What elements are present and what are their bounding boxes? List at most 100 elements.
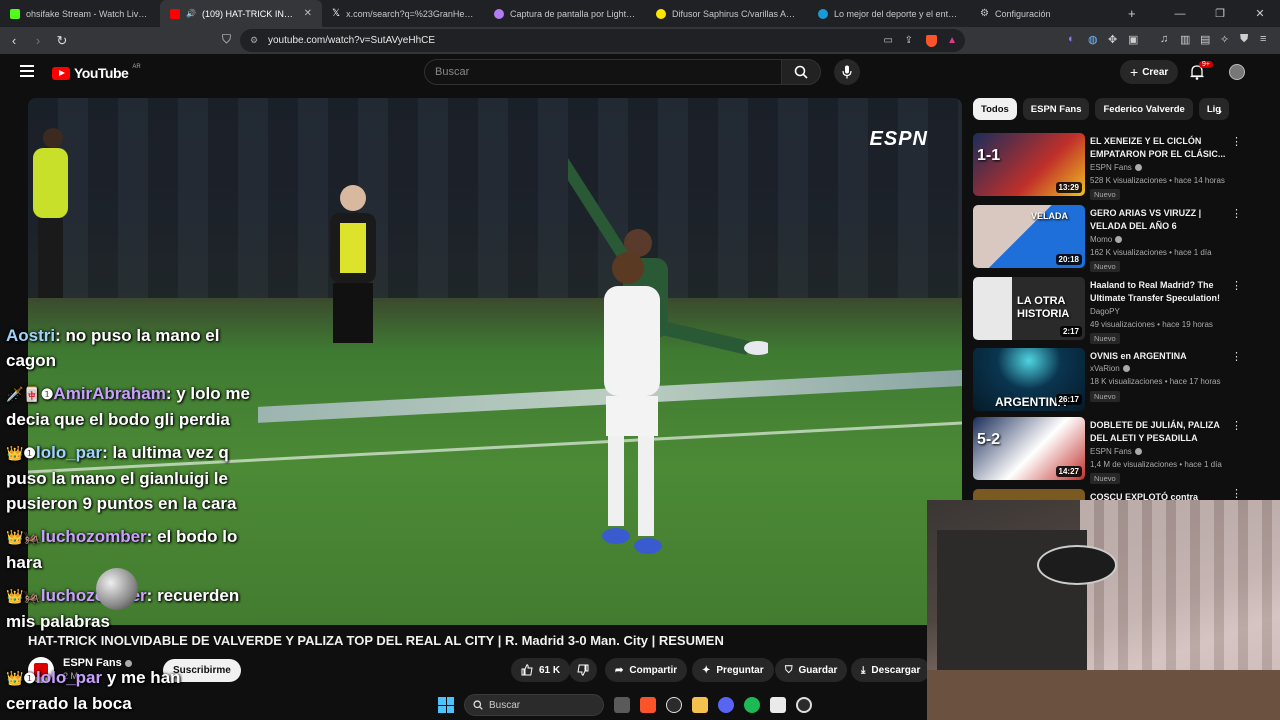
more-options-icon[interactable]: ⋮ bbox=[1231, 279, 1242, 292]
tab-saphirus[interactable]: Difusor Saphirus C/varillas Aroma Cit bbox=[646, 0, 808, 27]
download-button[interactable]: ⤓ Descargar bbox=[851, 658, 931, 682]
new-badge: Nuevo bbox=[1090, 473, 1120, 484]
recommended-video[interactable]: VELADA 20:18 GERO ARIAS VS VIRUZZ | VELA… bbox=[973, 205, 1253, 272]
search-icon bbox=[473, 700, 483, 710]
plus-icon: + bbox=[1130, 64, 1139, 80]
duration-badge: 26:17 bbox=[1055, 394, 1082, 405]
recommended-title: GERO ARIAS VS VIRUZZ | VELADA DEL AÑO 6 bbox=[1090, 208, 1202, 231]
chip-espn-fans[interactable]: ESPN Fans bbox=[1022, 98, 1090, 120]
recommended-video[interactable]: COSCU EXPLOTÓ contra ⋮ bbox=[973, 489, 1253, 500]
extension-leo-icon[interactable]: ◐ bbox=[1068, 33, 1075, 45]
chat-badges: 👑🦗 bbox=[6, 588, 41, 604]
close-tab-icon[interactable]: ✕ bbox=[304, 8, 312, 19]
recommended-channel: Momo bbox=[1090, 235, 1123, 244]
site-info-icon[interactable]: ⚙ bbox=[250, 35, 258, 46]
filter-chips: Todos ESPN Fans Federico Valverde Lig bbox=[973, 98, 1238, 120]
recommended-video[interactable]: 1-1 13:29 EL XENEIZE Y EL CICLÓN EMPATAR… bbox=[973, 133, 1253, 200]
tab-x[interactable]: 𝕏 x.com/search?q=%23GranHermano bbox=[322, 0, 484, 27]
browser-tabbar: ohsifake Stream - Watch Live on Kick 🔊 (… bbox=[0, 0, 1280, 27]
brave-rewards-icon[interactable]: ▲ bbox=[947, 35, 957, 46]
new-badge: Nuevo bbox=[1090, 189, 1120, 200]
tab-kick[interactable]: ohsifake Stream - Watch Live on Kick bbox=[0, 0, 160, 27]
voice-search-button[interactable] bbox=[834, 59, 860, 85]
video-thumbnail[interactable]: VELADA 20:18 bbox=[973, 205, 1085, 268]
hamburger-menu-icon[interactable] bbox=[20, 65, 34, 80]
chip-federico-valverde[interactable]: Federico Valverde bbox=[1095, 98, 1193, 120]
chat-username: Aostri bbox=[6, 326, 56, 345]
soccer-ball-icon bbox=[96, 568, 138, 610]
maximize-icon[interactable]: ❐ bbox=[1200, 7, 1240, 20]
account-avatar[interactable] bbox=[1229, 64, 1245, 80]
chat-badges: 👑❶ bbox=[6, 670, 36, 686]
extension-vpn-icon[interactable]: ◍ bbox=[1088, 33, 1098, 46]
extension-puzzle-icon[interactable]: ✥ bbox=[1108, 33, 1117, 46]
tab-settings[interactable]: ⚙ Configuración bbox=[970, 0, 1120, 27]
task-view-icon[interactable] bbox=[614, 697, 630, 713]
back-icon[interactable]: ‹ bbox=[4, 33, 24, 48]
github-icon[interactable] bbox=[666, 697, 682, 713]
tab-disney[interactable]: Lo mejor del deporte y el entretenim bbox=[808, 0, 970, 27]
file-explorer-icon[interactable] bbox=[692, 697, 708, 713]
share-button[interactable]: ➦ Compartir bbox=[605, 658, 688, 682]
forward-icon[interactable]: › bbox=[28, 33, 48, 48]
video-thumbnail[interactable]: 1-1 13:29 bbox=[973, 133, 1085, 196]
video-thumbnail[interactable]: LA OTRA HISTORIA 2:17 bbox=[973, 277, 1085, 340]
brave-icon[interactable] bbox=[640, 697, 656, 713]
create-button[interactable]: + Crear bbox=[1120, 60, 1179, 84]
more-options-icon[interactable]: ⋮ bbox=[1231, 135, 1242, 148]
chip-todos[interactable]: Todos bbox=[973, 98, 1017, 120]
tab-youtube-active[interactable]: 🔊 (109) HAT-TRICK INOLVIDABL ✕ bbox=[160, 0, 322, 27]
ccleaner-icon[interactable] bbox=[796, 697, 812, 713]
share-icon[interactable]: ⇪ bbox=[905, 35, 913, 46]
espn-watermark: ESPN bbox=[869, 128, 928, 150]
leo-ai-icon[interactable]: ✧ bbox=[1220, 33, 1229, 46]
more-options-icon[interactable]: ⋮ bbox=[1231, 489, 1242, 500]
more-options-icon[interactable]: ⋮ bbox=[1231, 419, 1242, 432]
install-icon[interactable]: ▭ bbox=[884, 35, 893, 46]
share-arrow-icon: ➦ bbox=[615, 664, 624, 676]
media-icon[interactable]: ♫ bbox=[1160, 33, 1168, 45]
bookmark-icon[interactable]: ⛉ bbox=[222, 32, 231, 47]
video-thumbnail[interactable]: 5-2 14:27 bbox=[973, 417, 1085, 480]
spotify-icon[interactable] bbox=[744, 697, 760, 713]
youtube-logo[interactable]: YouTube AR bbox=[52, 64, 141, 81]
video-title: HAT-TRICK INOLVIDABLE DE VALVERDE Y PALI… bbox=[28, 633, 724, 648]
more-options-icon[interactable]: ⋮ bbox=[1231, 350, 1242, 363]
obs-icon[interactable] bbox=[770, 697, 786, 713]
vpn-shield-icon[interactable]: ⛊ bbox=[1240, 33, 1248, 46]
menu-icon[interactable]: ≡ bbox=[1260, 33, 1266, 45]
discord-icon[interactable] bbox=[718, 697, 734, 713]
recommended-video[interactable]: LA OTRA HISTORIA 2:17 Haaland to Real Ma… bbox=[973, 277, 1253, 344]
chat-badges: 👑🦗 bbox=[6, 529, 41, 545]
chat-username: luchozomber bbox=[40, 527, 147, 546]
brave-shield-icon[interactable] bbox=[926, 34, 937, 47]
video-thumbnail[interactable]: ARGENTINA 26:17 bbox=[973, 348, 1085, 411]
more-options-icon[interactable]: ⋮ bbox=[1231, 207, 1242, 220]
save-button[interactable]: ⛉ Guardar bbox=[775, 658, 848, 682]
recommended-video[interactable]: ARGENTINA 26:17 OVNIS en ARGENTINA xVaRi… bbox=[973, 348, 1253, 414]
wallet-icon[interactable]: ▤ bbox=[1200, 33, 1210, 46]
new-tab-icon[interactable]: + bbox=[1128, 6, 1136, 21]
close-window-icon[interactable]: ✕ bbox=[1240, 7, 1280, 20]
url-bar[interactable]: ⚙ youtube.com/watch?v=SutAVyeHhCE ▭ ⇪ ▲ bbox=[240, 29, 965, 52]
like-button[interactable]: 61 K bbox=[511, 658, 571, 682]
tab-lightshot[interactable]: Captura de pantalla por Lightshot bbox=[484, 0, 646, 27]
sidebar-toggle-icon[interactable]: ▥ bbox=[1180, 33, 1190, 46]
chevron-right-icon[interactable]: › bbox=[1218, 104, 1222, 118]
dislike-button[interactable] bbox=[569, 658, 597, 682]
reload-icon[interactable]: ↻ bbox=[52, 33, 72, 49]
taskbar-search[interactable]: Buscar bbox=[464, 694, 604, 716]
recommended-video[interactable]: 5-2 14:27 DOBLETE DE JULIÁN, PALIZA DEL … bbox=[973, 417, 1253, 484]
extension-capture-icon[interactable]: ▣ bbox=[1128, 33, 1138, 46]
search-input[interactable]: Buscar bbox=[424, 59, 782, 85]
chat-username: lolo_par bbox=[35, 668, 103, 687]
ask-button[interactable]: ✦ Preguntar bbox=[692, 658, 774, 682]
minimize-icon[interactable]: — bbox=[1160, 8, 1200, 20]
search-button[interactable] bbox=[781, 59, 821, 85]
windows-start-icon[interactable] bbox=[438, 697, 454, 713]
new-badge: Nuevo bbox=[1090, 333, 1120, 344]
official-figure bbox=[330, 185, 376, 343]
stream-chat-overlay-bottom: 👑❶lolo_par y me han cerrado la boca bbox=[6, 665, 246, 720]
video-thumbnail[interactable] bbox=[973, 489, 1085, 500]
chip-liga[interactable]: Lig bbox=[1198, 98, 1230, 120]
